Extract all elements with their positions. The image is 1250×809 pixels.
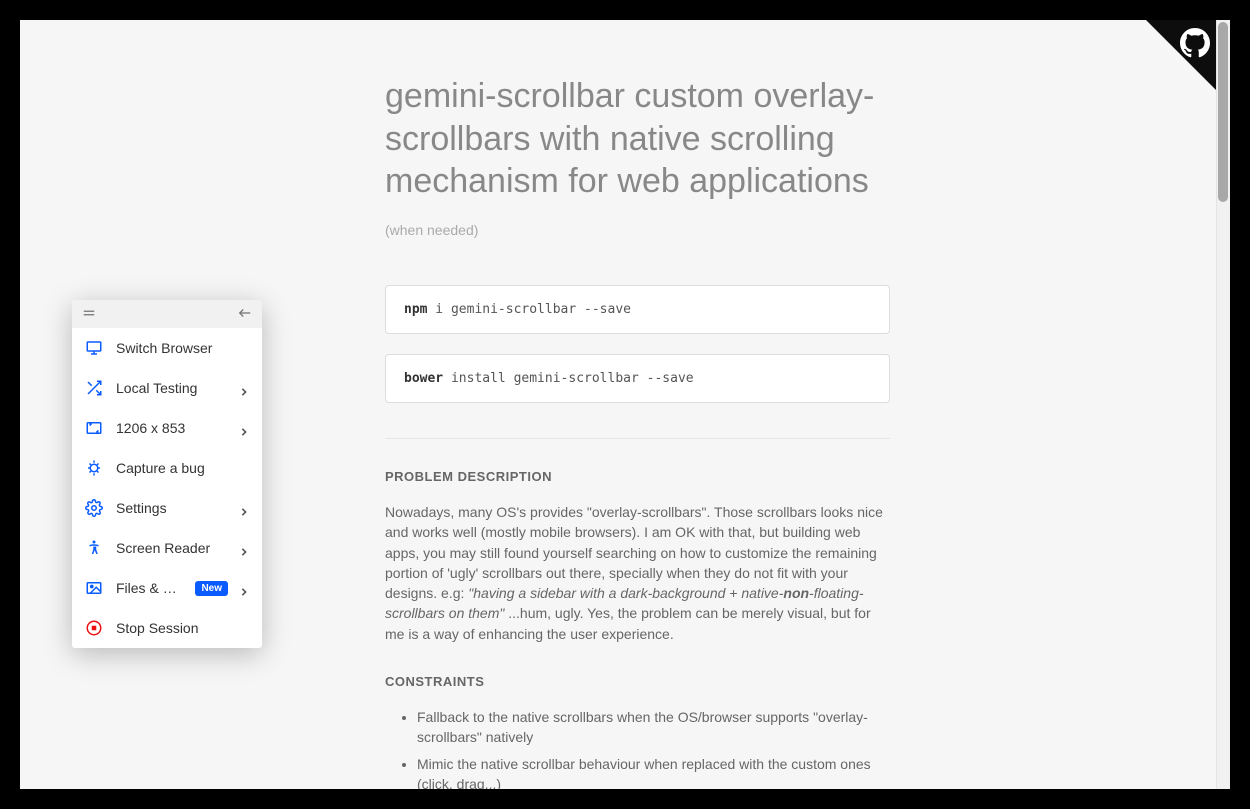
menu-label: Capture a bug: [116, 460, 250, 476]
page-frame: gemini-scrollbar custom overlay-scrollba…: [20, 20, 1230, 789]
npm-keyword: npm: [404, 302, 427, 317]
bower-keyword: bower: [404, 371, 443, 386]
menu-label: Local Testing: [116, 380, 228, 396]
menu-switch-browser[interactable]: Switch Browser: [72, 328, 262, 368]
drag-handle-icon: [82, 306, 96, 323]
menu-screen-reader[interactable]: Screen Reader: [72, 528, 262, 568]
problem-quote-bold: non: [783, 585, 809, 601]
chevron-right-icon: [240, 423, 250, 433]
menu-label: Stop Session: [116, 620, 250, 636]
menu-local-testing[interactable]: Local Testing: [72, 368, 262, 408]
title-main: gemini-scrollbar custom overlay-scrollba…: [385, 77, 874, 200]
bower-install-box[interactable]: bower install gemini-scrollbar --save: [385, 354, 890, 403]
bower-command: install gemini-scrollbar --save: [443, 371, 693, 386]
constraint-item: Fallback to the native scrollbars when t…: [417, 707, 890, 748]
collapse-left-icon[interactable]: [238, 306, 252, 323]
divider: [385, 438, 890, 439]
menu-label: Files & Media: [116, 580, 183, 596]
npm-install-box[interactable]: npm i gemini-scrollbar --save: [385, 285, 890, 334]
menu-resolution[interactable]: 1206 x 853: [72, 408, 262, 448]
resolution-icon: [84, 418, 104, 438]
scrollbar-thumb[interactable]: [1218, 22, 1228, 202]
npm-command: i gemini-scrollbar --save: [427, 302, 631, 317]
page-title: gemini-scrollbar custom overlay-scrollba…: [385, 75, 890, 245]
menu-label: Screen Reader: [116, 540, 228, 556]
chevron-right-icon: [240, 583, 250, 593]
monitor-icon: [84, 338, 104, 358]
menu-label: Settings: [116, 500, 228, 516]
problem-heading: PROBLEM DESCRIPTION: [385, 469, 890, 484]
title-sub: (when needed): [385, 222, 478, 238]
menu-files-media[interactable]: Files & Media New: [72, 568, 262, 608]
constraints-list: Fallback to the native scrollbars when t…: [385, 707, 890, 789]
main-content: gemini-scrollbar custom overlay-scrollba…: [385, 75, 890, 789]
scrollbar-track[interactable]: [1216, 20, 1230, 789]
github-icon: [1180, 28, 1210, 58]
shuffle-icon: [84, 378, 104, 398]
problem-quote-a: "having a sidebar with a dark-background…: [468, 585, 783, 601]
constraint-item: Mimic the native scrollbar behaviour whe…: [417, 754, 890, 789]
panel-header[interactable]: [72, 300, 262, 328]
toolbar-panel: Switch Browser Local Testing 1206 x 853 …: [72, 300, 262, 648]
menu-stop-session[interactable]: Stop Session: [72, 608, 262, 648]
bug-icon: [84, 458, 104, 478]
new-badge: New: [195, 581, 228, 596]
menu-label: 1206 x 853: [116, 420, 228, 436]
gear-icon: [84, 498, 104, 518]
problem-paragraph: Nowadays, many OS's provides "overlay-sc…: [385, 502, 890, 644]
github-ribbon[interactable]: [1146, 20, 1216, 90]
chevron-right-icon: [240, 503, 250, 513]
menu-settings[interactable]: Settings: [72, 488, 262, 528]
chevron-right-icon: [240, 383, 250, 393]
chevron-right-icon: [240, 543, 250, 553]
stop-icon: [84, 618, 104, 638]
menu-capture-bug[interactable]: Capture a bug: [72, 448, 262, 488]
accessibility-icon: [84, 538, 104, 558]
menu-label: Switch Browser: [116, 340, 250, 356]
constraints-heading: CONSTRAINTS: [385, 674, 890, 689]
image-icon: [84, 578, 104, 598]
